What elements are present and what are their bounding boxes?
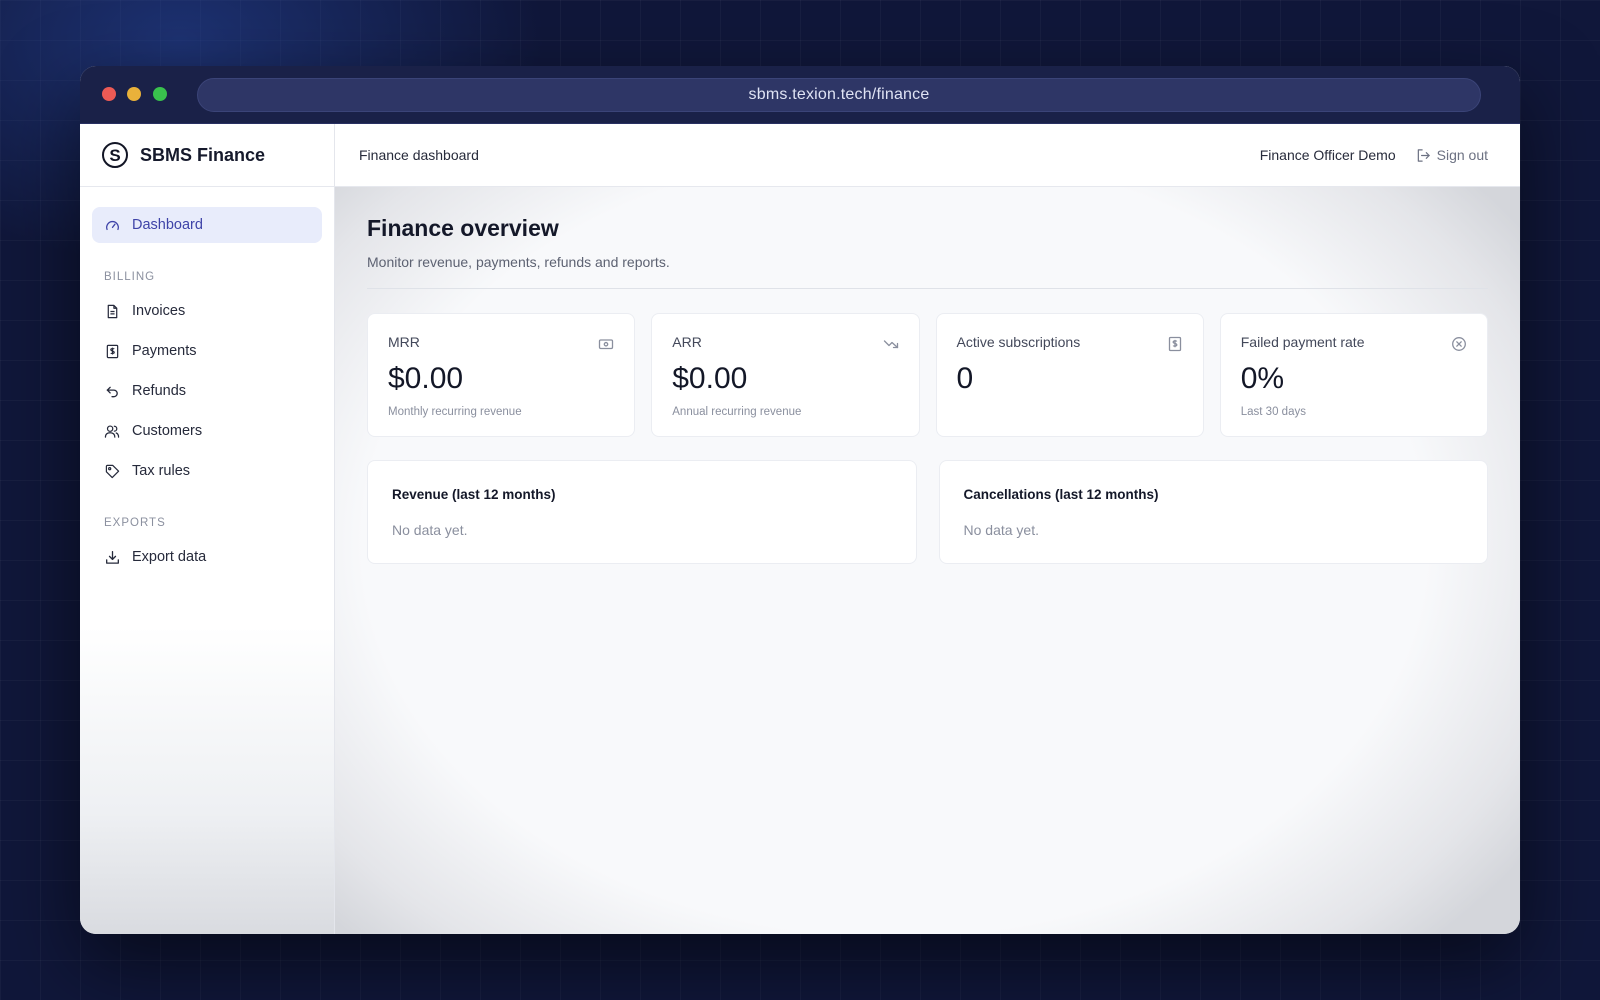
document-icon (104, 303, 120, 319)
stat-note: Last 30 days (1240, 406, 1306, 418)
page-title: Finance overview (367, 215, 559, 241)
page-subtitle: Monitor revenue, payments, refunds and r… (367, 254, 670, 270)
topbar: Finance dashboard Finance Officer Demo S… (335, 124, 1520, 187)
x-circle-icon (1451, 336, 1467, 352)
sidebar-item-refunds[interactable]: Refunds (92, 373, 322, 409)
brand-name: SBMS Finance (140, 144, 266, 165)
sidebar-section-billing: BILLING (104, 271, 156, 283)
receipt-icon (1167, 336, 1183, 352)
close-window-button[interactable] (102, 87, 116, 101)
stat-value: $0.00 (388, 362, 464, 395)
chart-card-cancellations: Cancellations (last 12 months) No data y… (938, 460, 1488, 564)
stat-value: 0% (1240, 362, 1285, 395)
browser-window: sbms.texion.tech/finance S SBMS Finance … (80, 66, 1520, 934)
topbar-user-area: Finance Officer Demo Sign out (1260, 147, 1488, 163)
stat-card-active-subscriptions: Active subscriptions 0 (935, 313, 1204, 437)
chart-card-revenue: Revenue (last 12 months) No data yet. (367, 460, 917, 564)
stat-label: Failed payment rate (1240, 334, 1365, 350)
sidebar-item-label: Tax rules (132, 463, 191, 479)
stat-cards: MRR $0.00 Monthly recurring revenue ARR (367, 313, 1488, 437)
stat-card-arr: ARR $0.00 Annual recurring revenue (651, 313, 920, 437)
sidebar-item-tax-rules[interactable]: Tax rules (92, 453, 322, 489)
stat-note: Annual recurring revenue (672, 406, 802, 418)
header-divider (367, 288, 1488, 289)
sidebar-item-label: Export data (132, 549, 207, 565)
stat-value: 0 (956, 362, 974, 395)
sidebar-item-label: Refunds (132, 383, 187, 399)
main-area: Finance dashboard Finance Officer Demo S… (335, 124, 1520, 934)
app-shell: S SBMS Finance Dashboard BILLING Invoice… (80, 124, 1520, 934)
chart-cards: Revenue (last 12 months) No data yet. Ca… (367, 460, 1488, 564)
sidebar-item-export-data[interactable]: Export data (92, 539, 322, 575)
stat-card-failed-payment-rate: Failed payment rate 0% Last 30 days (1219, 313, 1488, 437)
tag-icon (104, 463, 120, 479)
users-icon (104, 423, 120, 439)
sidebar-item-dashboard[interactable]: Dashboard (92, 207, 322, 243)
stat-value: $0.00 (672, 362, 748, 395)
sign-out-label: Sign out (1436, 147, 1488, 163)
sidebar-section-exports: EXPORTS (104, 517, 166, 529)
brand[interactable]: S SBMS Finance (80, 124, 334, 187)
topbar-title: Finance dashboard (359, 147, 479, 163)
download-icon (104, 549, 120, 565)
stat-label: MRR (388, 334, 420, 350)
receipt-icon (104, 343, 120, 359)
undo-arrow-icon (104, 383, 120, 399)
sidebar-item-label: Customers (132, 423, 203, 439)
chart-title: Revenue (last 12 months) (392, 487, 556, 502)
sidebar: S SBMS Finance Dashboard BILLING Invoice… (80, 124, 335, 934)
stat-label: ARR (672, 334, 702, 350)
address-bar[interactable]: sbms.texion.tech/finance (197, 78, 1481, 112)
stat-note: Monthly recurring revenue (388, 406, 522, 418)
sidebar-item-payments[interactable]: Payments (92, 333, 322, 369)
chart-title: Cancellations (last 12 months) (963, 487, 1159, 502)
stat-label: Active subscriptions (956, 334, 1081, 350)
sidebar-item-label: Payments (132, 343, 197, 359)
maximize-window-button[interactable] (153, 87, 167, 101)
dashboard-content: Finance overview Monitor revenue, paymen… (335, 187, 1520, 564)
minimize-window-button[interactable] (127, 87, 141, 101)
sidebar-item-customers[interactable]: Customers (92, 413, 322, 449)
browser-chrome: sbms.texion.tech/finance (80, 66, 1520, 124)
chart-empty-state: No data yet. (392, 522, 468, 538)
sidebar-item-label: Dashboard (132, 217, 203, 233)
sign-out-icon (1416, 148, 1431, 163)
sidebar-nav: Dashboard BILLING Invoices Payments Refu… (80, 187, 334, 599)
sidebar-item-invoices[interactable]: Invoices (92, 293, 322, 329)
sidebar-item-label: Invoices (132, 303, 186, 319)
chart-empty-state: No data yet. (963, 522, 1040, 538)
trend-down-icon (883, 336, 899, 352)
banknote-icon (598, 336, 614, 352)
stat-card-mrr: MRR $0.00 Monthly recurring revenue (367, 313, 636, 437)
gauge-icon (104, 217, 120, 233)
user-name: Finance Officer Demo (1259, 147, 1396, 163)
brand-logo-icon: S (102, 142, 128, 168)
sign-out-button[interactable]: Sign out (1416, 147, 1488, 163)
